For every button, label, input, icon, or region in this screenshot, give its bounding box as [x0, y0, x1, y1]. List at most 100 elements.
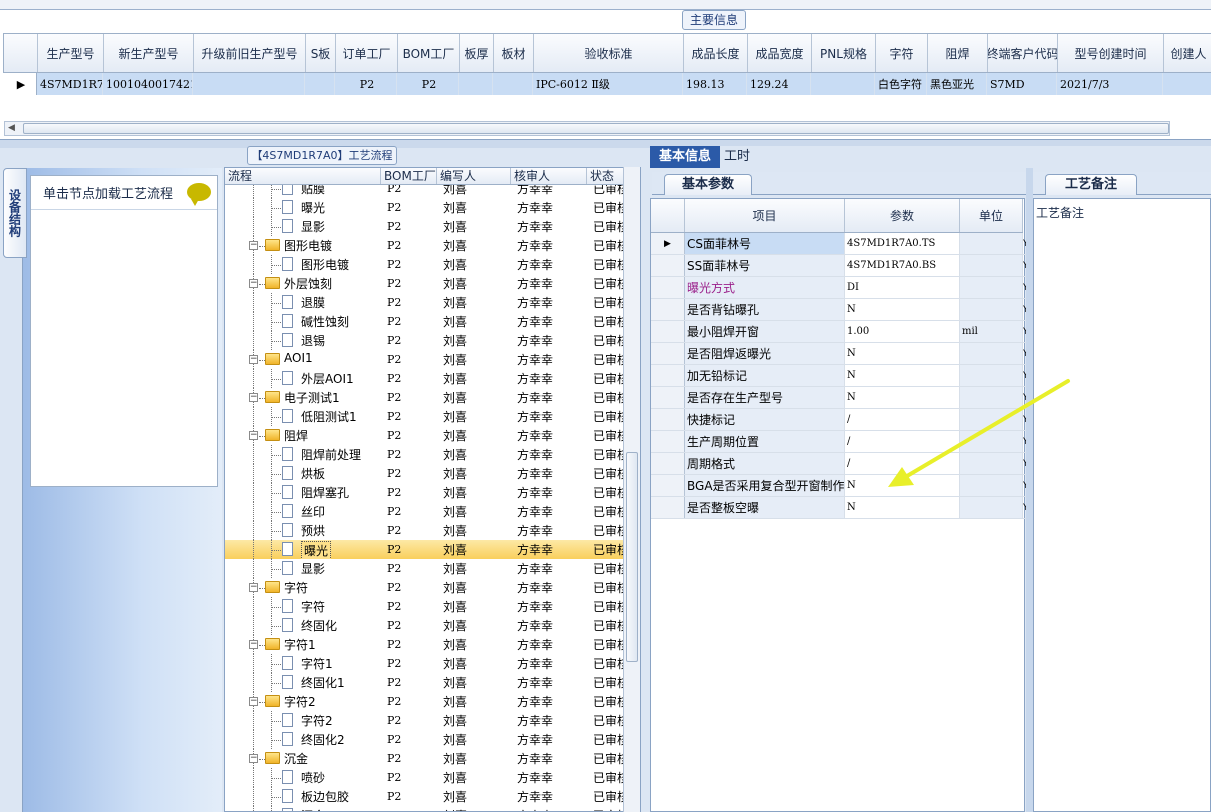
table-cell[interactable] [811, 73, 875, 95]
column-header[interactable]: 阻焊 [928, 34, 988, 72]
column-header[interactable]: 板厚 [460, 34, 494, 72]
main-grid-row[interactable]: ▶4S7MD1R7A010010400174218 P2P2 IPC-6012 Ⅱ级… [3, 73, 1211, 95]
param-row[interactable]: 是否阻焊返曝光NY [651, 343, 1027, 365]
row-selector[interactable] [651, 475, 685, 496]
column-header[interactable]: 成品宽度 [748, 34, 812, 72]
collapse-icon[interactable]: − [249, 355, 258, 364]
flow-tree-row[interactable]: 低阻测试1 P2 刘喜 方幸幸 已审核 [225, 407, 625, 426]
table-cell[interactable]: P2 [335, 73, 397, 95]
param-value-cell[interactable]: N [845, 299, 960, 320]
scrollbar-thumb[interactable] [23, 123, 1169, 134]
param-value-cell[interactable]: 4S7MD1R7A0.BS [845, 255, 960, 276]
flow-tree-row[interactable]: − 电子测试1 P2 刘喜 方幸幸 已审核 [225, 388, 625, 407]
collapse-icon[interactable]: − [249, 583, 258, 592]
flow-tree-row[interactable]: 曝光 P2 刘喜 方幸幸 已审核 [225, 540, 625, 559]
flow-node[interactable]: − 字符1 [225, 635, 381, 654]
params-column-header[interactable]: 项目 [685, 199, 845, 232]
tab-work-hours[interactable]: 工时 [724, 146, 764, 168]
flow-tree-row[interactable]: 阻焊塞孔 P2 刘喜 方幸幸 已审核 [225, 483, 625, 502]
flow-node[interactable]: − 阻焊 [225, 426, 381, 445]
flow-tree-row[interactable]: 显影 P2 刘喜 方幸幸 已审核 [225, 217, 625, 236]
column-header[interactable]: 字符 [876, 34, 928, 72]
flow-column-header[interactable]: 编写人 [437, 168, 511, 184]
param-value-cell[interactable]: 1.00 [845, 321, 960, 342]
row-selector[interactable] [651, 387, 685, 408]
param-value-cell[interactable]: N [845, 343, 960, 364]
collapse-icon[interactable]: − [249, 279, 258, 288]
collapse-icon[interactable]: − [249, 697, 258, 706]
flow-tree-row[interactable]: 退锡 P2 刘喜 方幸幸 已审核 [225, 331, 625, 350]
row-selector-icon[interactable]: ▶ [3, 73, 37, 95]
flow-tree-row[interactable]: 曝光 P2 刘喜 方幸幸 已审核 [225, 198, 625, 217]
load-hint-header[interactable]: 单击节点加载工艺流程 [31, 176, 217, 210]
param-value-cell[interactable]: 4S7MD1R7A0.TS [845, 233, 960, 254]
param-row[interactable]: 曝光方式DIY [651, 277, 1027, 299]
flow-node[interactable]: 烘板 [225, 464, 381, 483]
flow-node[interactable]: − 外层蚀刻 [225, 274, 381, 293]
flow-column-header[interactable]: 状态 [587, 168, 625, 184]
flow-node[interactable]: 阻焊塞孔 [225, 483, 381, 502]
column-header[interactable]: BOM工厂 [398, 34, 460, 72]
row-selector[interactable] [651, 453, 685, 474]
flow-node[interactable]: 终固化 [225, 616, 381, 635]
column-header[interactable]: PNL规格 [812, 34, 876, 72]
params-column-header[interactable]: 单位 [960, 199, 1023, 232]
flow-tree-row[interactable]: 外层AOI1 P2 刘喜 方幸幸 已审核 [225, 369, 625, 388]
flow-node[interactable]: 曝光 [225, 198, 381, 217]
table-cell[interactable] [1163, 73, 1211, 95]
column-header[interactable]: 新生产型号 [104, 34, 194, 72]
column-header[interactable]: 升级前旧生产型号 [194, 34, 306, 72]
flow-node[interactable]: 阻焊前处理 [225, 445, 381, 464]
flow-tree-row[interactable]: 退膜 P2 刘喜 方幸幸 已审核 [225, 293, 625, 312]
flow-tree-row[interactable]: 丝印 P2 刘喜 方幸幸 已审核 [225, 502, 625, 521]
column-header[interactable]: S板 [306, 34, 336, 72]
flow-tree-row[interactable]: 终固化2 P2 刘喜 方幸幸 已审核 [225, 730, 625, 749]
param-row[interactable]: ▶CS面菲林号4S7MD1R7A0.TSY [651, 233, 1027, 255]
row-selector[interactable] [651, 497, 685, 518]
flow-node[interactable]: 喷砂 [225, 768, 381, 787]
row-selector[interactable] [651, 409, 685, 430]
tab-equipment-structure[interactable]: 设备结构 [3, 168, 27, 258]
flow-node[interactable]: − 字符2 [225, 692, 381, 711]
table-cell[interactable]: IPC-6012 Ⅱ级 [533, 73, 683, 95]
table-cell[interactable]: 白色字符 [875, 73, 927, 95]
flow-node[interactable]: 板边包胶 [225, 787, 381, 806]
row-selector[interactable] [651, 431, 685, 452]
flow-node[interactable]: 外层AOI1 [225, 369, 381, 388]
flow-tree-row[interactable]: 板边包胶 P2 刘喜 方幸幸 已审核 [225, 787, 625, 806]
flow-column-header[interactable]: 流程 [225, 168, 381, 184]
flow-tree-row[interactable]: 终固化 P2 刘喜 方幸幸 已审核 [225, 616, 625, 635]
flow-tree-row[interactable]: 阻焊前处理 P2 刘喜 方幸幸 已审核 [225, 445, 625, 464]
param-row[interactable]: SS面菲林号4S7MD1R7A0.BSY [651, 255, 1027, 277]
column-header[interactable]: 创建人 [1164, 34, 1211, 72]
column-header[interactable]: 订单工厂 [336, 34, 398, 72]
flow-tree-row[interactable]: 喷砂 P2 刘喜 方幸幸 已审核 [225, 768, 625, 787]
table-cell[interactable] [459, 73, 493, 95]
collapse-icon[interactable]: − [249, 393, 258, 402]
table-cell[interactable]: 4S7MD1R7A0 [37, 73, 103, 95]
flow-node[interactable]: 曝光 [225, 540, 381, 559]
flow-tree-row[interactable]: − 字符2 P2 刘喜 方幸幸 已审核 [225, 692, 625, 711]
column-header[interactable]: 终端客户代码 [988, 34, 1058, 72]
flow-tree-row[interactable]: 图形电镀 P2 刘喜 方幸幸 已审核 [225, 255, 625, 274]
flow-tree-row[interactable]: 沉金P2刘喜方幸幸已审核 [225, 806, 625, 811]
flow-node[interactable]: 显影 [225, 559, 381, 578]
flow-node[interactable]: 退锡 [225, 331, 381, 350]
flow-node[interactable]: 终固化2 [225, 730, 381, 749]
table-cell[interactable]: 129.24 [747, 73, 811, 95]
flow-tree-row[interactable]: − 图形电镀 P2 刘喜 方幸幸 已审核 [225, 236, 625, 255]
flow-tree-row[interactable]: 终固化1 P2 刘喜 方幸幸 已审核 [225, 673, 625, 692]
param-row[interactable]: 是否背钻曝孔NY [651, 299, 1027, 321]
flow-node[interactable]: 沉金 [225, 806, 381, 811]
flow-node[interactable]: − 沉金 [225, 749, 381, 768]
row-selector[interactable] [651, 343, 685, 364]
table-cell[interactable]: 198.13 [683, 73, 747, 95]
collapse-icon[interactable]: − [249, 640, 258, 649]
flow-column-header[interactable]: BOM工厂 [381, 168, 437, 184]
column-header[interactable]: 型号创建时间 [1058, 34, 1164, 72]
table-cell[interactable]: P2 [397, 73, 459, 95]
row-selector[interactable] [651, 299, 685, 320]
column-header[interactable]: 验收标准 [534, 34, 684, 72]
collapse-icon[interactable]: − [249, 241, 258, 250]
table-cell[interactable]: 2021/7/3 [1057, 73, 1163, 95]
